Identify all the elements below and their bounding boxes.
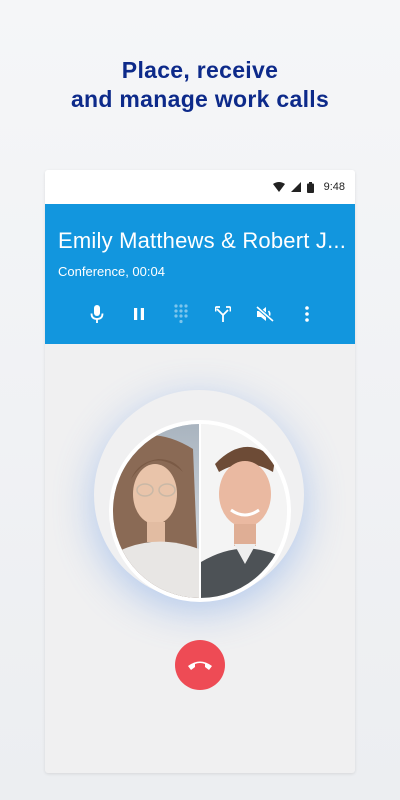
more-options-button[interactable] [296,302,318,326]
call-status: Conference, 00:04 [58,264,165,279]
microphone-icon [90,305,103,323]
wifi-icon [272,182,285,192]
hold-button[interactable] [128,302,150,326]
merge-icon [214,306,231,322]
mute-button[interactable] [86,302,108,326]
end-call-icon [188,661,212,670]
man-smiling-photo [201,424,287,598]
merge-button[interactable] [212,302,234,326]
headline-line-2: and manage work calls [70,86,330,112]
promo-headline: Place, receive and manage work calls [0,56,400,114]
call-controls [45,302,355,326]
dialpad-icon [173,304,188,324]
phone-screen: 9:48 Emily Matthews & Robert J... Confer… [45,170,355,773]
battery-icon [306,181,314,193]
speaker-mute-icon [255,306,274,322]
pause-icon [133,308,144,320]
woman-with-glasses-photo [113,424,199,598]
call-header: Emily Matthews & Robert J... Conference,… [45,204,355,344]
more-vertical-icon [304,306,309,322]
status-time: 9:48 [323,181,345,193]
conference-avatar [109,420,291,602]
caller-name: Emily Matthews & Robert J... [58,228,347,253]
speaker-button[interactable] [254,302,276,326]
signal-icon [290,182,301,192]
dialpad-button[interactable] [170,302,192,326]
end-call-button[interactable] [175,640,225,690]
status-bar: 9:48 [45,170,355,204]
headline-line-1: Place, receive [121,57,279,83]
